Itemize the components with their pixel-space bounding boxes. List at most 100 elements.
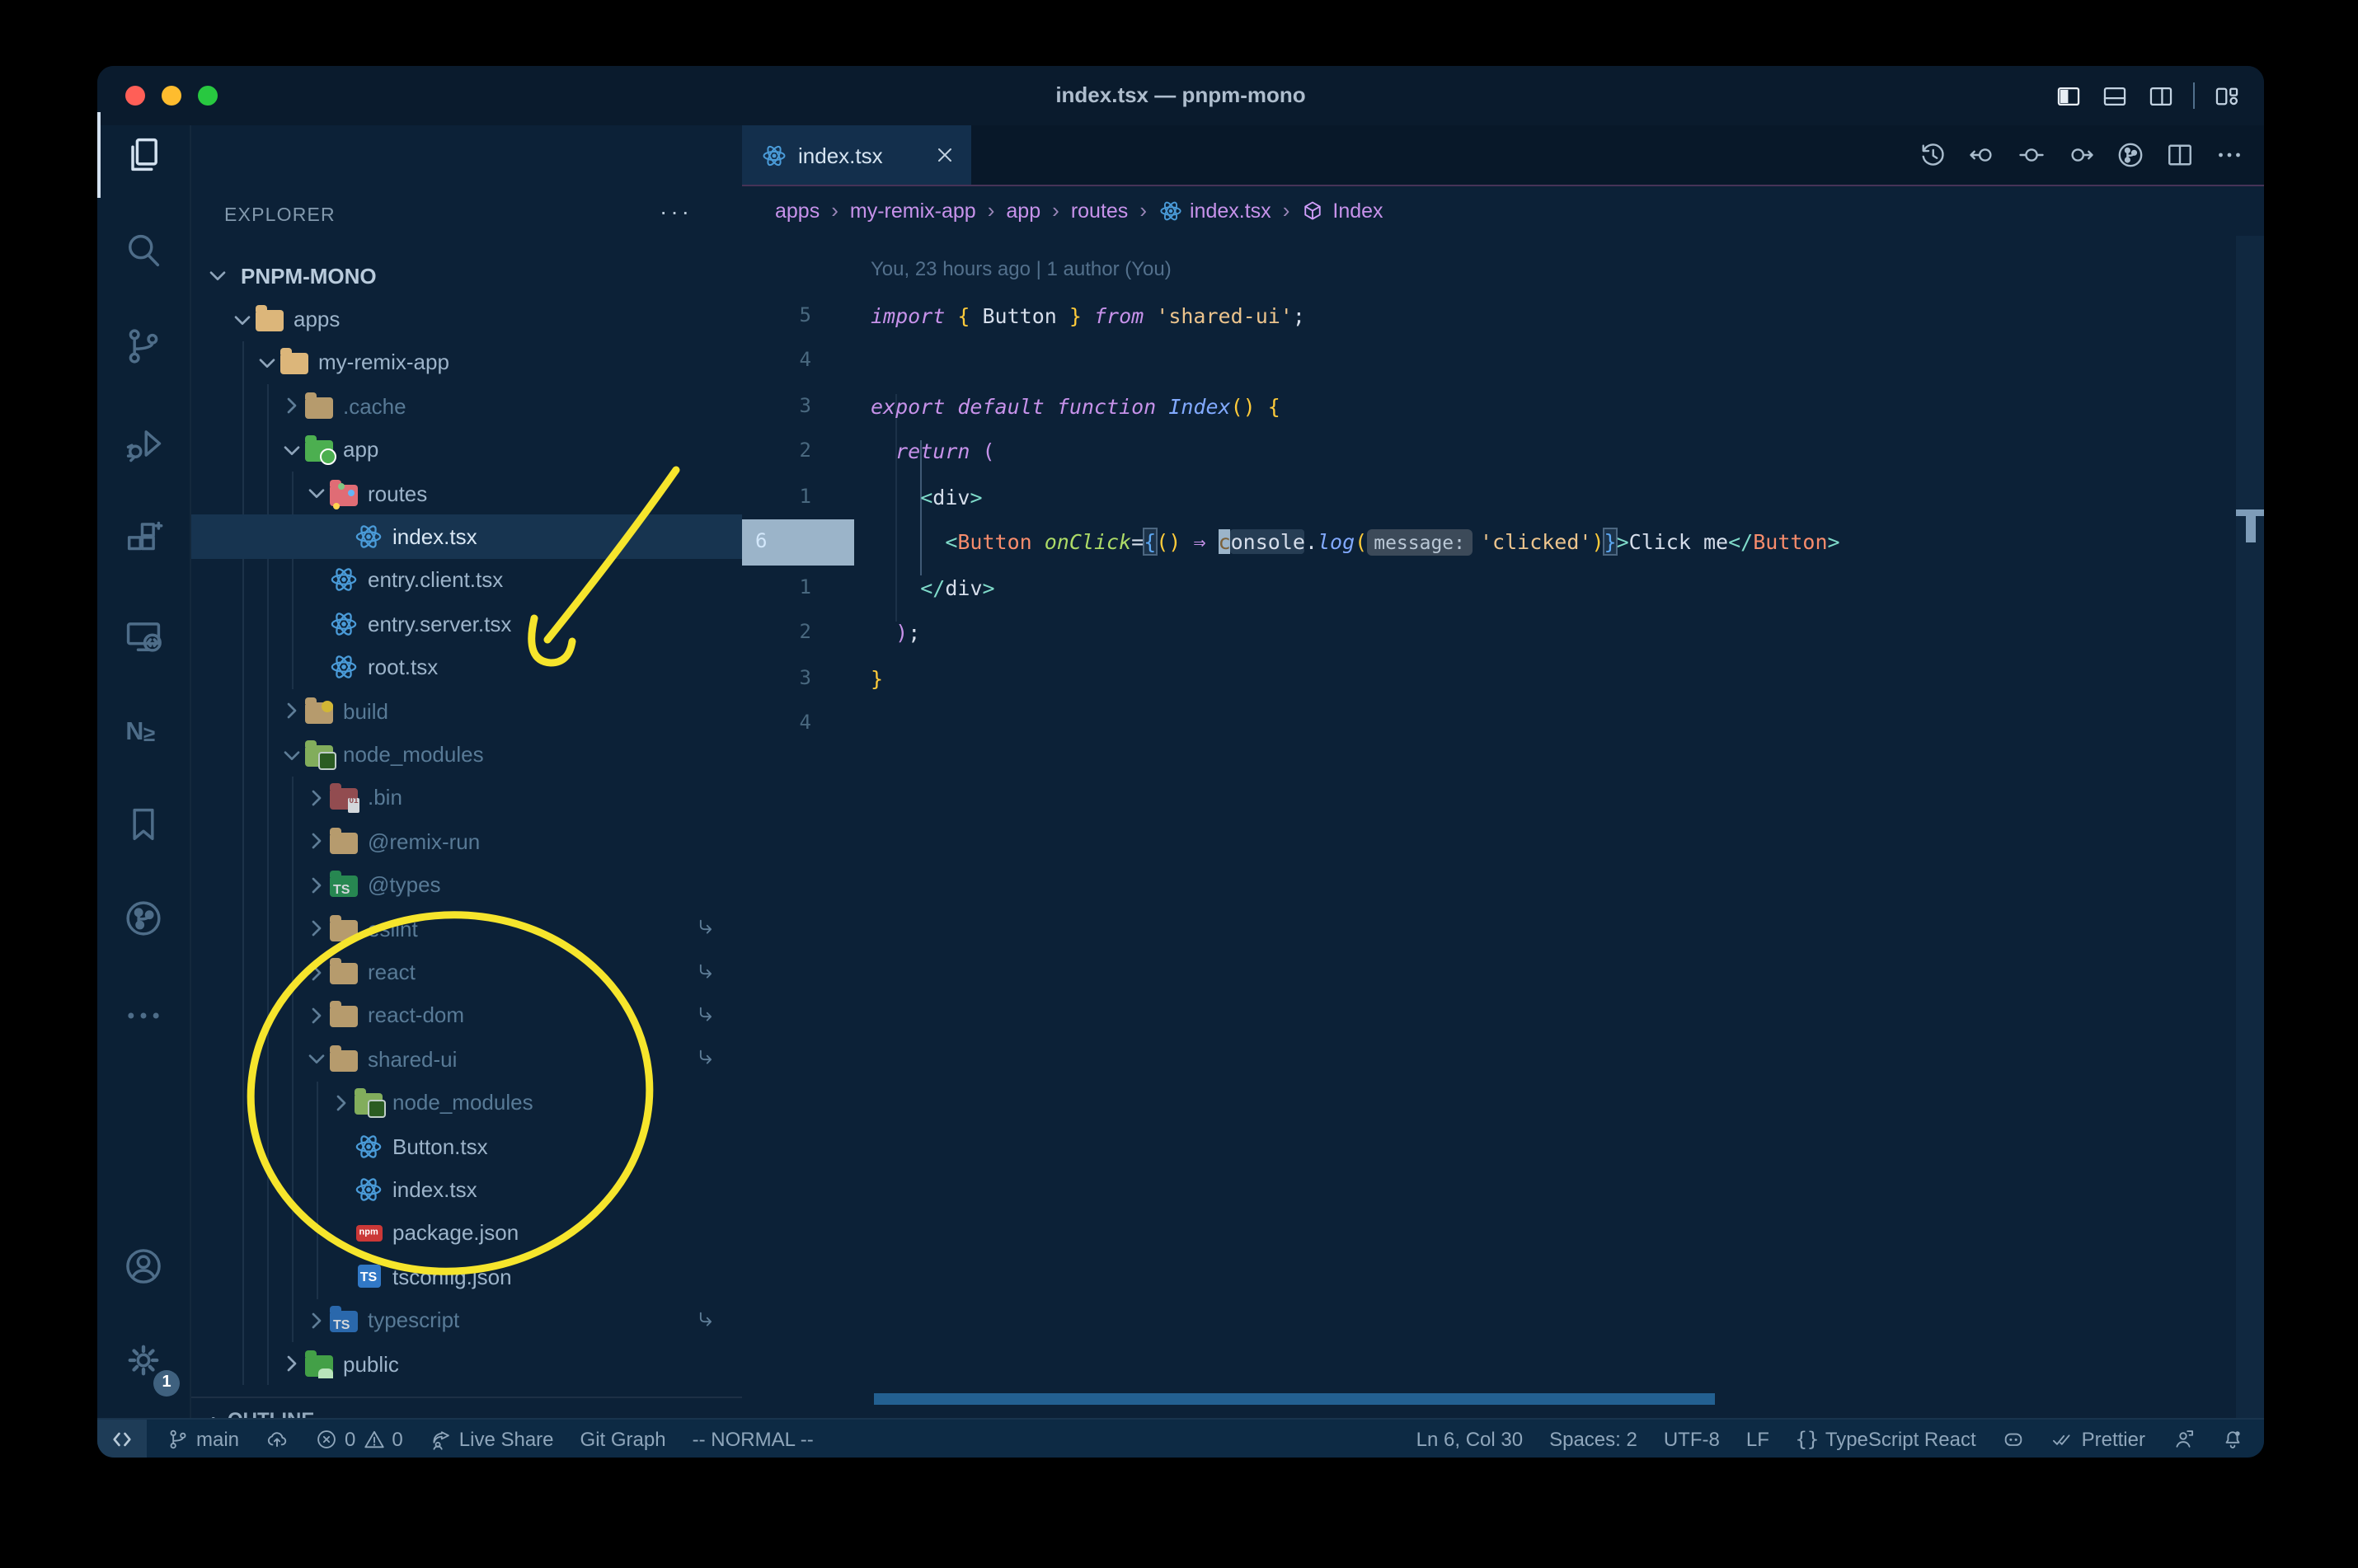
status-notifications[interactable] — [2221, 1427, 2244, 1450]
status-copilot[interactable] — [2003, 1427, 2026, 1450]
close-tab-icon[interactable] — [935, 145, 955, 165]
nx-icon: N ≥ — [122, 709, 165, 752]
line-number: 4 — [799, 348, 811, 371]
tree-item-apps[interactable]: apps — [191, 298, 742, 341]
panel-left-icon[interactable] — [2055, 82, 2083, 110]
breadcrumb-item[interactable]: apps — [775, 199, 820, 222]
scm-icon — [122, 325, 165, 368]
activity-scm[interactable] — [97, 303, 190, 389]
tab-label: index.tsx — [798, 143, 883, 167]
folder-icon — [256, 305, 284, 332]
activity-settings[interactable]: 1 — [97, 1317, 190, 1403]
activity-extensions[interactable] — [97, 496, 190, 582]
gl-mid-icon[interactable] — [2017, 140, 2046, 170]
ellipsis-icon[interactable] — [2215, 140, 2244, 170]
horizontal-scrollbar[interactable] — [874, 1393, 1715, 1405]
activity-gitlens[interactable] — [97, 876, 190, 961]
svg-text:N: N — [125, 718, 143, 745]
status-branch[interactable]: main — [167, 1427, 239, 1450]
gl-right-icon[interactable] — [2066, 140, 2096, 170]
tree-item-root-tsx[interactable]: root.tsx — [191, 646, 742, 689]
breadcrumb-item[interactable]: my-remix-app — [850, 199, 976, 222]
layout-icon[interactable] — [2213, 82, 2241, 110]
breadcrumb: apps › my-remix-app › app › routes › index.tsx › I… — [742, 185, 2264, 236]
activity-account[interactable] — [97, 1223, 190, 1309]
tree-item-my-remix-app[interactable]: my-remix-app — [191, 341, 742, 385]
tree-item-react-dom[interactable]: react-dom — [191, 994, 742, 1038]
tree-item-react[interactable]: react — [191, 951, 742, 994]
activity-files[interactable] — [97, 112, 190, 198]
activity-bookmarks[interactable] — [97, 782, 190, 867]
status-live-share[interactable]: Live Share — [430, 1427, 554, 1450]
tree-item-entry-client-tsx[interactable]: entry.client.tsx — [191, 559, 742, 603]
tree-item-index-tsx[interactable]: index.tsx — [191, 1168, 742, 1212]
status-vim-mode[interactable]: -- NORMAL -- — [693, 1427, 814, 1450]
status-remote-indicator[interactable] — [97, 1420, 147, 1458]
status-encoding[interactable]: UTF-8 — [1664, 1427, 1720, 1450]
cube-icon — [1301, 199, 1324, 222]
tree-item-label: @types — [368, 872, 441, 898]
code-line: 4 — [742, 701, 2264, 746]
tree-item-button-tsx[interactable]: Button.tsx — [191, 1124, 742, 1168]
symlink-icon — [696, 917, 719, 940]
editor-group: index.tsx apps › my-remix-app › app › routes › i… — [742, 125, 2264, 1420]
tab-index-tsx[interactable]: index.tsx — [742, 125, 971, 185]
tree-item-routes[interactable]: routes — [191, 472, 742, 515]
tree-item-shared-ui[interactable]: shared-ui — [191, 1037, 742, 1081]
tree-item-build[interactable]: build — [191, 689, 742, 733]
status-eol[interactable]: LF — [1746, 1427, 1769, 1450]
activity-ellipsis[interactable] — [97, 973, 190, 1059]
tree-item--remix-run[interactable]: @remix-run — [191, 819, 742, 863]
bell-icon — [2221, 1427, 2244, 1450]
status-language-mode[interactable]: {} TypeScript React — [1795, 1427, 1975, 1450]
title-bar[interactable]: index.tsx — pnpm-mono — [97, 66, 2264, 127]
tree-item-tsconfig-json[interactable]: TS tsconfig.json — [191, 1255, 742, 1298]
activity-search[interactable] — [97, 208, 190, 293]
debug-icon — [122, 422, 165, 465]
activity-nx[interactable]: N ≥ — [97, 688, 190, 773]
status-problems[interactable]: 00 — [315, 1427, 403, 1450]
tree-item-typescript[interactable]: TS typescript — [191, 1298, 742, 1342]
status-prettier[interactable]: Prettier — [2052, 1427, 2145, 1450]
status-git-graph[interactable]: Git Graph — [580, 1427, 666, 1450]
breadcrumb-item[interactable]: app — [1006, 199, 1040, 222]
tree-item--types[interactable]: TS @types — [191, 863, 742, 907]
gl-left-icon[interactable] — [1967, 140, 1997, 170]
tree-item-eslint[interactable]: eslint — [191, 907, 742, 951]
panel-right-icon[interactable] — [2147, 82, 2175, 110]
activity-debug[interactable] — [97, 401, 190, 486]
tree-item-entry-server-tsx[interactable]: entry.server.tsx — [191, 602, 742, 646]
tree-item-public[interactable]: public — [191, 1342, 742, 1386]
breadcrumb-item[interactable]: routes — [1071, 199, 1129, 222]
history-icon[interactable] — [1918, 140, 1947, 170]
status-feedback[interactable] — [2172, 1427, 2195, 1450]
code-editor[interactable]: You, 23 hours ago | 1 author (You) 5 impor… — [742, 236, 2264, 1420]
tree-item--bin[interactable]: 01 .bin — [191, 777, 742, 820]
tree-item-index-tsx[interactable]: index.tsx — [191, 514, 742, 559]
git-circle-icon[interactable] — [2116, 140, 2145, 170]
code-line: 2 ); — [742, 610, 2264, 655]
tree-item-node-modules[interactable]: node_modules — [191, 733, 742, 777]
tree-item-pnpm-mono[interactable]: PNPM-MONO — [191, 254, 742, 298]
split-icon[interactable] — [2165, 140, 2195, 170]
tree-item--cache[interactable]: .cache — [191, 384, 742, 428]
tree-item-package-json[interactable]: npm package.json — [191, 1212, 742, 1256]
inlay-hint: message: — [1367, 529, 1472, 556]
tree-item-app[interactable]: app — [191, 428, 742, 472]
status-bar: main 0 0 Live Share Git Graph -- NORMAL -- Ln… — [97, 1418, 2264, 1458]
chevron-right-icon — [279, 697, 305, 724]
status-sync[interactable] — [265, 1427, 289, 1450]
breadcrumb-item[interactable]: index.tsx — [1158, 199, 1271, 222]
folder-icon — [305, 740, 336, 771]
vertical-scrollbar[interactable] — [2236, 236, 2264, 1420]
tree-item-node-modules[interactable]: node_modules — [191, 1081, 742, 1124]
activity-remote-explorer[interactable] — [97, 594, 190, 679]
tree-item-label: entry.server.tsx — [368, 611, 512, 636]
panel-bottom-icon[interactable] — [2101, 82, 2129, 110]
breadcrumb-item[interactable]: Index — [1301, 199, 1383, 222]
status-cursor-position[interactable]: Ln 6, Col 30 — [1416, 1427, 1523, 1450]
window-title: index.tsx — pnpm-mono — [1055, 82, 1306, 107]
chevron-right-icon — [328, 1090, 355, 1116]
status-indentation[interactable]: Spaces: 2 — [1549, 1427, 1637, 1450]
